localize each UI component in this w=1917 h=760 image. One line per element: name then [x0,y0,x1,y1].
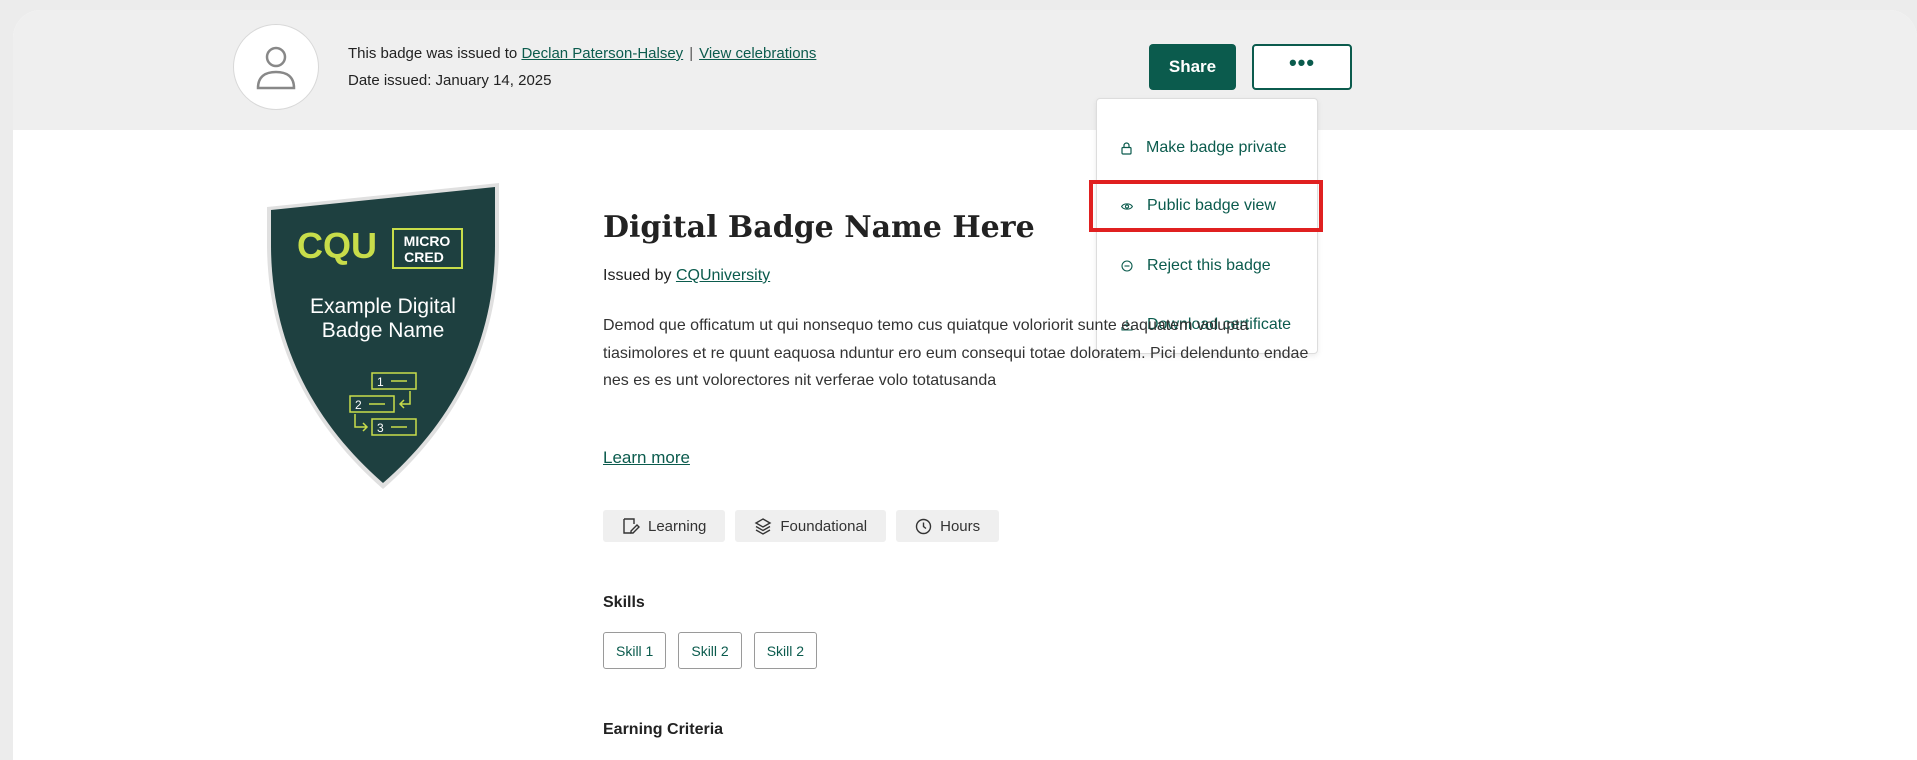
clock-icon [915,518,932,534]
skills-heading: Skills [603,594,645,611]
view-celebrations-link[interactable]: View celebrations [699,45,816,62]
lock-icon [1121,141,1132,155]
step-2: 2 [355,398,362,412]
recipient-link[interactable]: Declan Paterson-Halsey [521,45,683,62]
separator: | [689,45,694,62]
share-button[interactable]: Share [1149,44,1236,90]
tag-learning: Learning [603,510,726,542]
tag-label: Hours [940,517,981,535]
user-icon [256,46,296,90]
skill-chip[interactable]: Skill 1 [603,632,667,669]
menu-item-reject[interactable]: Reject this badge [1097,246,1317,286]
issued-prefix: This badge was issued to [348,45,518,62]
skill-chip[interactable]: Skill 2 [753,632,818,669]
badge-page: This badge was issued to Declan Paterson… [13,10,1917,760]
date-issued: Date issued: January 14, 2025 [348,72,552,89]
badge-name-line2: Badge Name [322,319,445,342]
minus-circle-icon [1121,260,1133,272]
step-3: 3 [377,421,384,435]
eye-icon [1121,202,1133,210]
badge-name-line1: Example Digital [310,295,456,318]
step-1: 1 [377,375,384,389]
layers-icon [754,518,772,535]
issued-to-line: This badge was issued to Declan Paterson… [348,45,816,62]
badge-tags: Learning Foundational Hours [603,510,1000,542]
tag-label: Foundational [780,517,868,535]
badge-description: Demod que officatum ut qui nonsequo temo… [603,317,1309,389]
badge-logo: CQU [297,225,377,266]
learn-more-link[interactable]: Learn more [603,448,690,468]
tag-label: Learning [648,517,707,535]
page-title: Digital Badge Name Here [603,210,1035,245]
issuer-link[interactable]: CQUniversity [676,267,770,284]
badge-header: This badge was issued to Declan Paterson… [13,10,1917,130]
skill-chip[interactable]: Skill 2 [678,632,742,669]
more-options-button[interactable]: ••• [1252,44,1352,90]
badge-micro-line1: MICRO [404,233,451,249]
learning-icon [623,518,640,534]
avatar [233,24,319,110]
menu-item-label: Make badge private [1146,139,1287,156]
menu-item-public-view[interactable]: Public badge view [1089,180,1323,232]
menu-item-make-private[interactable]: Make badge private [1097,128,1317,168]
ellipsis-icon: ••• [1288,50,1316,75]
skills-list: Skill 1 Skill 2 Skill 2 [603,632,818,669]
menu-item-label: Public badge view [1147,197,1276,214]
badge-image: CQU MICRO CRED Example Digital Badge Nam… [267,183,499,489]
badge-micro-line2: CRED [404,249,444,265]
issued-by-prefix: Issued by [603,267,672,284]
earning-criteria-heading: Earning Criteria [603,721,724,738]
tag-hours: Hours [896,510,1000,542]
menu-item-label: Reject this badge [1147,257,1271,274]
tag-foundational: Foundational [735,510,887,542]
issued-by: Issued by CQUniversity [603,267,770,285]
